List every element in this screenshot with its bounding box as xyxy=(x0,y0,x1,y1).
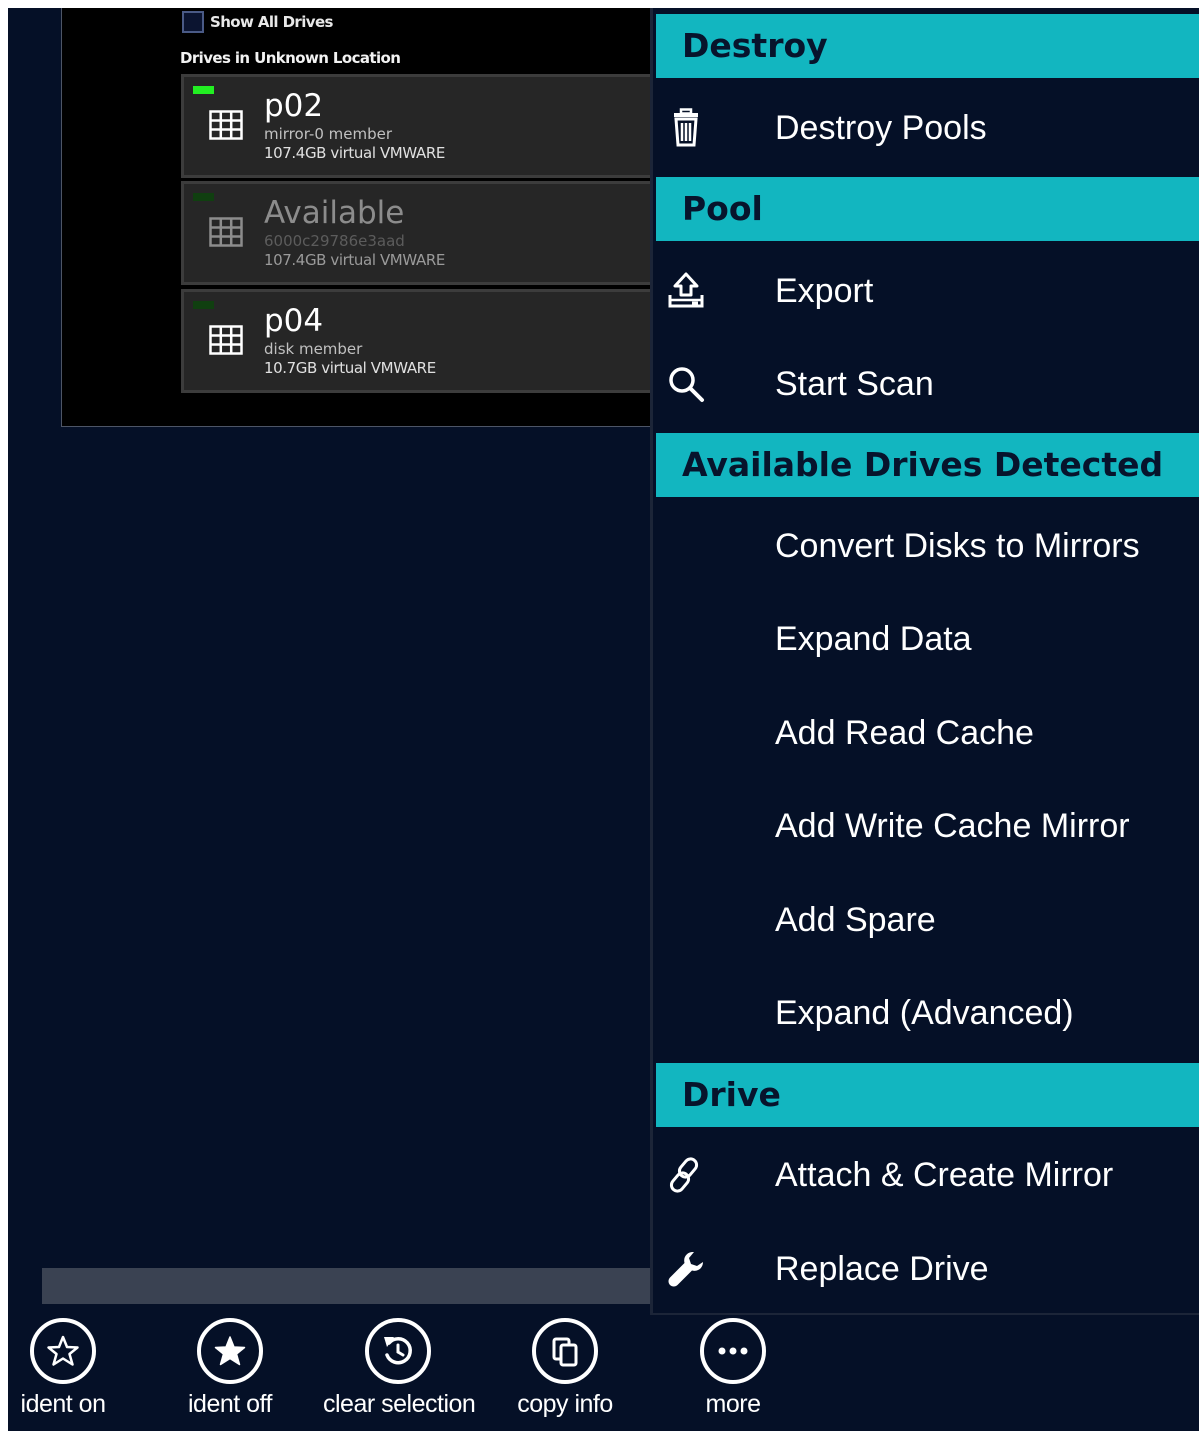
ident-off-button[interactable]: ident off xyxy=(155,1318,305,1419)
copy-icon xyxy=(552,1337,578,1367)
menu-item-export[interactable]: Export xyxy=(656,251,1199,331)
ident-off-circle xyxy=(197,1318,263,1384)
drive-size: 10.7GB virtual VMWARE xyxy=(264,359,436,377)
show-all-drives-checkbox[interactable] xyxy=(182,11,204,33)
show-all-drives-label: Show All Drives xyxy=(210,13,333,31)
drive-subtitle: 6000c29786e3aad xyxy=(264,232,405,250)
horizontal-scrollbar[interactable] xyxy=(42,1268,658,1304)
menu-item-replace-drive[interactable]: Replace Drive xyxy=(656,1229,1199,1309)
menu-item-label: Destroy Pools xyxy=(775,109,987,147)
ident-on-circle xyxy=(30,1318,96,1384)
app-window: Show All Drives Drives in Unknown Locati… xyxy=(8,8,1199,1431)
menu-item-start-scan[interactable]: Start Scan xyxy=(656,344,1199,424)
undo-icon xyxy=(384,1336,412,1365)
menu-item-label: Expand (Advanced) xyxy=(775,994,1074,1032)
menu-item-label: Convert Disks to Mirrors xyxy=(775,527,1140,565)
menu-item-expand-data[interactable]: Expand Data xyxy=(656,599,1199,679)
ident-off-label: ident off xyxy=(187,1390,273,1418)
drive-subtitle: mirror-0 member xyxy=(264,125,392,143)
clear-selection-button[interactable]: clear selection xyxy=(323,1318,476,1419)
drive-card-available[interactable]: Available 6000c29786e3aad 107.4GB virtua… xyxy=(181,181,662,285)
ident-on-label: ident on xyxy=(20,1390,106,1418)
menu-header-destroy: Destroy xyxy=(656,14,1199,78)
more-button[interactable]: more xyxy=(658,1318,808,1419)
drive-panel: Show All Drives Drives in Unknown Locati… xyxy=(61,8,662,427)
drive-name: p02 xyxy=(264,88,324,124)
star-outline-icon xyxy=(47,1335,79,1366)
wrench-icon xyxy=(668,1252,703,1287)
menu-item-label: Attach & Create Mirror xyxy=(775,1156,1114,1194)
star-filled-icon xyxy=(214,1336,246,1366)
grid-icon xyxy=(209,110,243,140)
drive-size: 107.4GB virtual VMWARE xyxy=(264,251,445,269)
more-label: more xyxy=(705,1390,761,1418)
menu-item-label: Replace Drive xyxy=(775,1250,989,1288)
menu-item-label: Add Write Cache Mirror xyxy=(775,807,1130,845)
link-icon xyxy=(669,1157,699,1193)
context-menu: Destroy Destroy Pools Pool Export Start … xyxy=(650,8,1199,1315)
menu-item-add-read-cache[interactable]: Add Read Cache xyxy=(656,693,1199,773)
menu-header-pool: Pool xyxy=(656,177,1199,241)
menu-item-label: Start Scan xyxy=(775,365,934,403)
clear-selection-circle xyxy=(365,1318,431,1384)
drive-status-led xyxy=(193,301,214,309)
ellipsis-icon xyxy=(718,1347,748,1355)
drive-card-p02[interactable]: p02 mirror-0 member 107.4GB virtual VMWA… xyxy=(181,74,662,178)
drive-status-led xyxy=(193,193,214,201)
menu-item-label: Expand Data xyxy=(775,620,972,658)
menu-item-label: Add Read Cache xyxy=(775,714,1034,752)
menu-item-destroy-pools[interactable]: Destroy Pools xyxy=(656,88,1199,168)
menu-item-convert-disks[interactable]: Convert Disks to Mirrors xyxy=(656,506,1199,586)
export-icon xyxy=(668,272,704,308)
show-all-drives-toggle[interactable]: Show All Drives xyxy=(182,11,333,33)
search-icon xyxy=(669,367,704,402)
menu-item-add-spare[interactable]: Add Spare xyxy=(656,880,1199,960)
menu-item-label: Export xyxy=(775,272,874,310)
drive-status-led xyxy=(193,86,214,94)
copy-info-label: copy info xyxy=(517,1390,613,1418)
drive-card-p04[interactable]: p04 disk member 10.7GB virtual VMWARE xyxy=(181,289,662,393)
menu-header-available-drives: Available Drives Detected xyxy=(656,433,1199,497)
more-circle xyxy=(700,1318,766,1384)
trash-icon xyxy=(674,108,698,147)
drive-name: p04 xyxy=(264,303,324,339)
section-label-unknown-location: Drives in Unknown Location xyxy=(180,49,401,67)
drive-size: 107.4GB virtual VMWARE xyxy=(264,144,445,162)
copy-info-button[interactable]: copy info xyxy=(490,1318,640,1419)
ident-on-button[interactable]: ident on xyxy=(8,1318,138,1419)
copy-info-circle xyxy=(532,1318,598,1384)
menu-item-add-write-cache-mirror[interactable]: Add Write Cache Mirror xyxy=(656,786,1199,866)
drive-subtitle: disk member xyxy=(264,340,363,358)
drive-name: Available xyxy=(264,195,405,231)
grid-icon xyxy=(209,325,243,355)
menu-header-drive: Drive xyxy=(656,1063,1199,1127)
menu-item-attach-create-mirror[interactable]: Attach & Create Mirror xyxy=(656,1135,1199,1215)
clear-selection-label: clear selection xyxy=(323,1390,476,1418)
menu-item-label: Add Spare xyxy=(775,901,936,939)
menu-item-expand-advanced[interactable]: Expand (Advanced) xyxy=(656,973,1199,1053)
grid-icon xyxy=(209,217,243,247)
